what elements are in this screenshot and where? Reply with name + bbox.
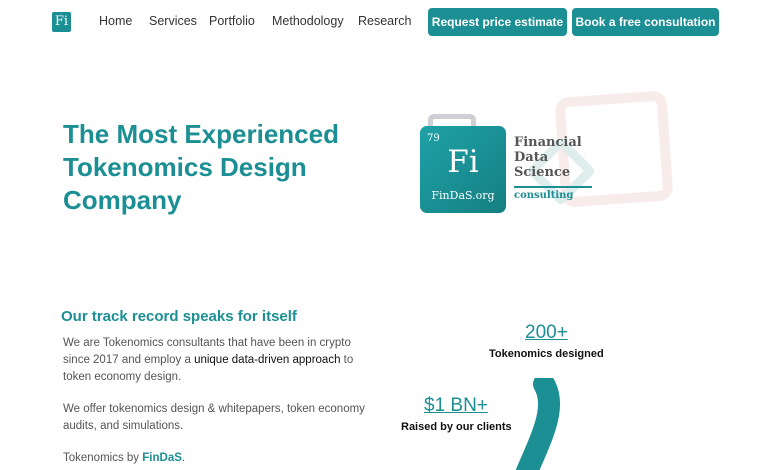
findas-hero-logo: 79 Fi FinDaS.org Financial Data Science …: [416, 88, 676, 218]
stat-raised-label: Raised by our clients: [401, 421, 512, 433]
byline-suffix: .: [181, 452, 186, 464]
byline-paragraph: Tokenomics by FinDaS.: [63, 450, 375, 467]
hero-title: The Most Experienced Tokenomics Design C…: [63, 118, 383, 217]
element-symbol: Fi: [447, 144, 479, 180]
nav-services[interactable]: Services: [149, 14, 197, 28]
hero-title-line: Tokenomics Design: [63, 152, 307, 182]
hero-title-line: Company: [63, 185, 182, 215]
element-tile: 79 Fi FinDaS.org: [420, 126, 506, 213]
nav-methodology[interactable]: Methodology: [272, 14, 344, 28]
stat-tokenomics-value: 200+: [525, 322, 568, 343]
section-title: Our track record speaks for itself: [61, 308, 297, 325]
findas-link[interactable]: FinDaS: [142, 452, 182, 464]
brand-words: Financial Data Science: [514, 135, 582, 180]
brand-tagline: consulting: [514, 190, 574, 201]
stat-raised-value: $1 BN+: [424, 395, 488, 416]
request-price-estimate-button[interactable]: Request price estimate: [428, 8, 567, 36]
book-consultation-button[interactable]: Book a free consultation: [572, 8, 719, 36]
brand-word: Science: [514, 165, 571, 180]
stat-tokenomics-label: Tokenomics designed: [489, 348, 604, 360]
byline-prefix: Tokenomics by: [63, 452, 143, 464]
intro-paragraph: We are Tokenomics consultants that have …: [63, 335, 375, 386]
hero-title-line: The Most Experienced: [63, 119, 339, 149]
brand-word: Financial: [514, 135, 582, 150]
element-number: 79: [427, 133, 440, 144]
nav-research[interactable]: Research: [358, 14, 412, 28]
data-driven-highlight: unique data-driven approach: [194, 354, 341, 366]
brand-word: Data: [514, 150, 549, 165]
nav-portfolio[interactable]: Portfolio: [209, 14, 255, 28]
brand-divider: [514, 186, 592, 188]
element-site: FinDaS.org: [431, 189, 495, 202]
services-paragraph: We offer tokenomics design & whitepapers…: [63, 403, 365, 432]
site-logo[interactable]: Fi: [52, 12, 71, 32]
nav-home[interactable]: Home: [99, 14, 132, 28]
